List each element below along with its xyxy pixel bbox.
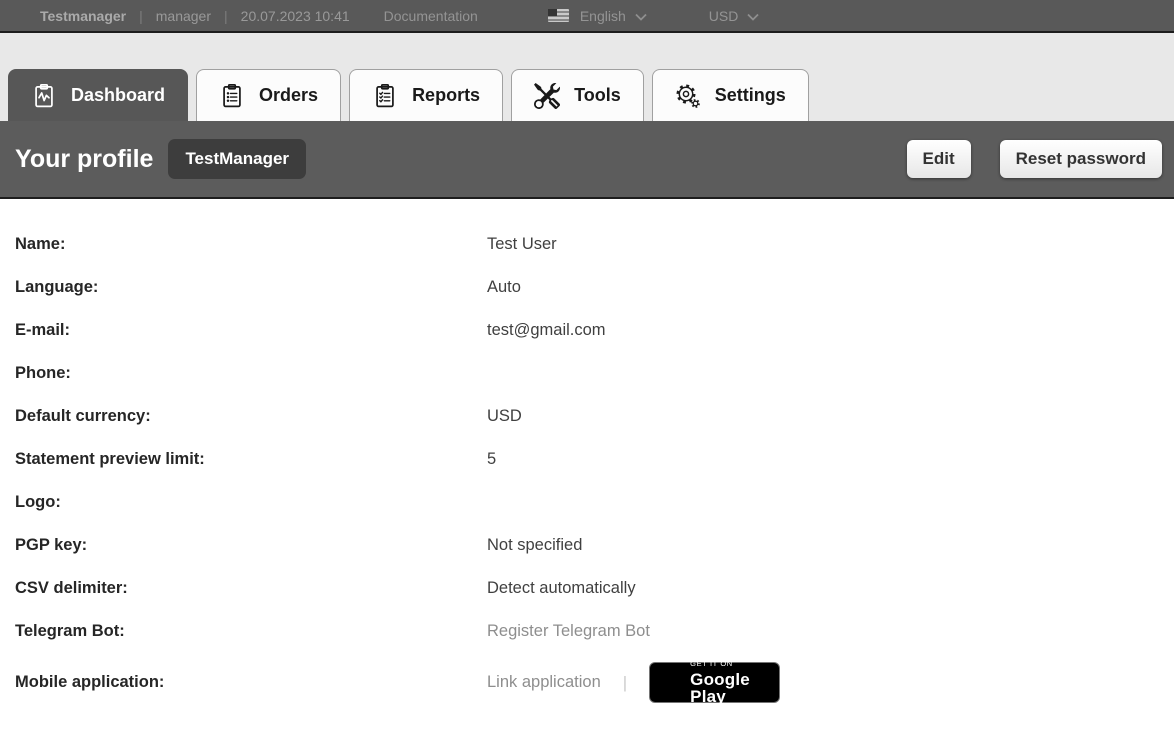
- chevron-down-icon: [635, 8, 647, 24]
- separator: |: [139, 8, 143, 24]
- field-row-logo: Logo:: [15, 490, 1174, 515]
- brand-name: Testmanager: [40, 8, 126, 24]
- top-bar: Testmanager | manager | 20.07.2023 10:41…: [0, 0, 1174, 33]
- logged-in-user: manager: [156, 8, 211, 24]
- field-value: Link application | GET IT ON Google Play: [487, 662, 780, 703]
- google-play-badge[interactable]: GET IT ON Google Play: [649, 662, 780, 703]
- link-application-link[interactable]: Link application: [487, 673, 601, 692]
- tab-tools[interactable]: Tools: [511, 69, 644, 121]
- play-triangle-icon: [660, 669, 681, 697]
- profile-fields: Name: Test User Language: Auto E-mail: t…: [0, 199, 1174, 703]
- field-value: 5: [487, 450, 496, 469]
- manager-name-badge: TestManager: [168, 139, 306, 179]
- currency-selector[interactable]: USD: [709, 8, 760, 24]
- page-title: Your profile: [15, 145, 153, 174]
- field-row-mobile-application: Mobile application: Link application | GE…: [15, 662, 1174, 703]
- field-row-default-currency: Default currency: USD: [15, 404, 1174, 429]
- clipboard-check-icon: [372, 83, 398, 109]
- field-label: Language:: [15, 278, 487, 297]
- edit-button[interactable]: Edit: [907, 140, 971, 178]
- field-label: Phone:: [15, 364, 487, 383]
- field-label: E-mail:: [15, 321, 487, 340]
- documentation-link[interactable]: Documentation: [384, 8, 478, 24]
- language-label: English: [580, 8, 626, 24]
- tab-reports[interactable]: Reports: [349, 69, 503, 121]
- field-value: Register Telegram Bot: [487, 622, 650, 641]
- tabs-band: Dashboard Orders Reports Tools: [0, 33, 1174, 121]
- field-label: Statement preview limit:: [15, 450, 487, 469]
- reset-password-button[interactable]: Reset password: [1000, 140, 1162, 178]
- value-divider: |: [623, 673, 627, 693]
- field-value: Detect automatically: [487, 579, 636, 598]
- gears-icon: [675, 83, 701, 109]
- main-tabs: Dashboard Orders Reports Tools: [8, 69, 809, 121]
- language-selector[interactable]: English: [548, 8, 647, 24]
- tab-label: Orders: [259, 85, 318, 106]
- chevron-down-icon: [635, 13, 647, 21]
- field-label: PGP key:: [15, 536, 487, 555]
- field-value: USD: [487, 407, 522, 426]
- chevron-down-icon: [747, 8, 759, 24]
- clipboard-check-icon: [372, 83, 398, 109]
- field-label: Mobile application:: [15, 673, 487, 692]
- tools-icon: [534, 83, 560, 109]
- field-row-phone: Phone:: [15, 361, 1174, 386]
- field-value: test@gmail.com: [487, 321, 606, 340]
- field-value: Auto: [487, 278, 521, 297]
- field-row-language: Language: Auto: [15, 275, 1174, 300]
- chevron-down-icon: [747, 13, 759, 21]
- field-row-statement-preview-limit: Statement preview limit: 5: [15, 447, 1174, 472]
- field-label: CSV delimiter:: [15, 579, 487, 598]
- clipboard-lines-icon: [219, 83, 245, 109]
- tab-label: Reports: [412, 85, 480, 106]
- clipboard-lines-icon: [219, 83, 245, 109]
- header-actions: Edit Reset password: [907, 140, 1163, 178]
- field-label: Telegram Bot:: [15, 622, 487, 641]
- field-row-name: Name: Test User: [15, 232, 1174, 257]
- field-value: Not specified: [487, 536, 582, 555]
- google-play-line1: GET IT ON: [690, 660, 769, 668]
- tab-orders[interactable]: Orders: [196, 69, 341, 121]
- google-play-line2: Google Play: [690, 671, 769, 705]
- us-flag-icon: [548, 9, 569, 22]
- field-row-csv-delimiter: CSV delimiter: Detect automatically: [15, 576, 1174, 601]
- tab-dashboard[interactable]: Dashboard: [8, 69, 188, 121]
- field-row-telegram-bot: Telegram Bot: Register Telegram Bot: [15, 619, 1174, 644]
- gears-icon: [675, 83, 701, 109]
- clipboard-pulse-icon: [31, 83, 57, 109]
- tab-label: Settings: [715, 85, 786, 106]
- tab-label: Dashboard: [71, 85, 165, 106]
- field-label: Logo:: [15, 493, 487, 512]
- clipboard-pulse-icon: [31, 83, 57, 109]
- field-label: Default currency:: [15, 407, 487, 426]
- register-telegram-bot-link[interactable]: Register Telegram Bot: [487, 622, 650, 641]
- field-row-pgp-key: PGP key: Not specified: [15, 533, 1174, 558]
- field-label: Name:: [15, 235, 487, 254]
- separator: |: [224, 8, 228, 24]
- tab-settings[interactable]: Settings: [652, 69, 809, 121]
- play-triangle-icon: [660, 669, 681, 692]
- field-row-e-mail: E-mail: test@gmail.com: [15, 318, 1174, 343]
- field-value: Test User: [487, 235, 557, 254]
- tab-label: Tools: [574, 85, 621, 106]
- profile-header: Your profile TestManager Edit Reset pass…: [0, 121, 1174, 199]
- current-datetime: 20.07.2023 10:41: [241, 8, 350, 24]
- tools-icon: [534, 83, 560, 109]
- currency-label: USD: [709, 8, 739, 24]
